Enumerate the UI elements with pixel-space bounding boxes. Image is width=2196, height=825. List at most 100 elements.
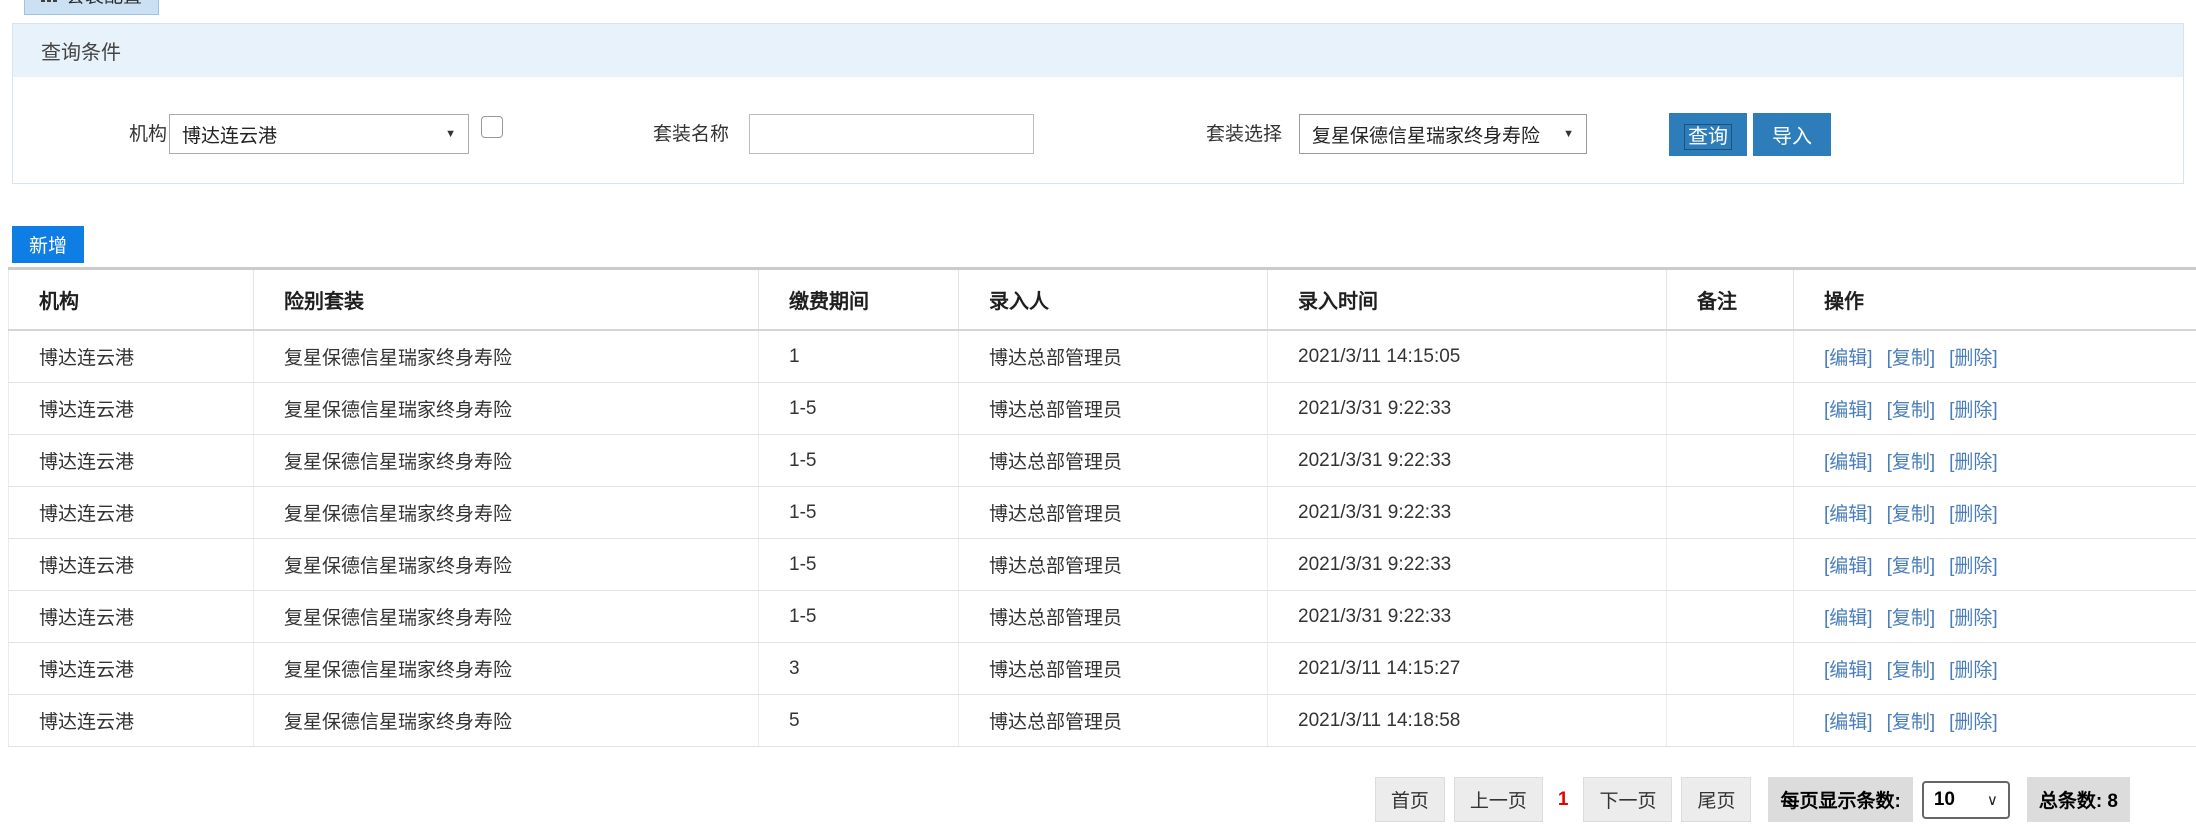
org-select-value: 博达连云港 <box>182 125 278 147</box>
cell-entry-time: 2021/3/31 9:22:33 <box>1267 590 1667 643</box>
cell-entry-by: 博达总部管理员 <box>958 590 1268 643</box>
edit-link[interactable]: [编辑] <box>1824 400 1873 421</box>
query-button[interactable]: 查询 <box>1669 113 1747 156</box>
cell-actions: [编辑] [复制] [删除] <box>1793 694 2196 747</box>
cell-package: 复星保德信星瑞家终身寿险 <box>253 382 759 435</box>
add-button[interactable]: 新增 <box>12 226 84 263</box>
package-name-input[interactable] <box>749 114 1034 154</box>
col-header-remark: 备注 <box>1666 268 1794 331</box>
chevron-down-icon: ▼ <box>445 128 456 140</box>
import-button[interactable]: 导入 <box>1753 113 1831 156</box>
package-table: 机构 险别套装 缴费期间 录入人 录入时间 备注 操作 博达连云港 复星保德信星瑞… <box>8 267 2196 747</box>
cell-org: 博达连云港 <box>8 434 254 487</box>
add-button-label: 新增 <box>28 236 67 257</box>
delete-link[interactable]: [删除] <box>1949 348 1998 369</box>
cell-remark <box>1666 694 1794 747</box>
cell-period: 1-5 <box>758 486 959 539</box>
copy-link[interactable]: [复制] <box>1887 608 1936 629</box>
edit-link[interactable]: [编辑] <box>1824 660 1873 681</box>
cell-org: 博达连云港 <box>8 486 254 539</box>
edit-link[interactable]: [编辑] <box>1824 712 1873 733</box>
package-select[interactable]: 复星保德信星瑞家终身寿险 ▼ <box>1299 114 1587 154</box>
edit-link[interactable]: [编辑] <box>1824 608 1873 629</box>
edit-link[interactable]: [编辑] <box>1824 556 1873 577</box>
copy-link[interactable]: [复制] <box>1887 452 1936 473</box>
table-row: 博达连云港 复星保德信星瑞家终身寿险 1-5 博达总部管理员 2021/3/31 9:2… <box>8 486 2196 539</box>
cell-entry-time: 2021/3/31 9:22:33 <box>1267 382 1667 435</box>
page-size-value: 10 <box>1933 788 1955 810</box>
cell-period: 1-5 <box>758 590 959 643</box>
cell-period: 1-5 <box>758 382 959 435</box>
cell-remark <box>1666 434 1794 487</box>
cell-actions: [编辑] [复制] [删除] <box>1793 538 2196 591</box>
col-header-entry-time: 录入时间 <box>1267 268 1667 331</box>
org-checkbox[interactable] <box>481 116 503 138</box>
cell-package: 复星保德信星瑞家终身寿险 <box>253 538 759 591</box>
cell-period: 1-5 <box>758 538 959 591</box>
cell-entry-time: 2021/3/31 9:22:33 <box>1267 434 1667 487</box>
edit-link[interactable]: [编辑] <box>1824 348 1873 369</box>
cell-org: 博达连云港 <box>8 538 254 591</box>
cell-entry-by: 博达总部管理员 <box>958 694 1268 747</box>
copy-link[interactable]: [复制] <box>1887 504 1936 525</box>
cell-entry-by: 博达总部管理员 <box>958 538 1268 591</box>
cell-remark <box>1666 538 1794 591</box>
cell-actions: [编辑] [复制] [删除] <box>1793 486 2196 539</box>
copy-link[interactable]: [复制] <box>1887 556 1936 577</box>
cell-package: 复星保德信星瑞家终身寿险 <box>253 642 759 695</box>
delete-link[interactable]: [删除] <box>1949 608 1998 629</box>
col-header-org: 机构 <box>8 268 254 331</box>
cell-actions: [编辑] [复制] [删除] <box>1793 434 2196 487</box>
package-select-label: 套装选择 <box>1206 124 1283 145</box>
cell-entry-by: 博达总部管理员 <box>958 486 1268 539</box>
table-row: 博达连云港 复星保德信星瑞家终身寿险 1-5 博达总部管理员 2021/3/31 9:2… <box>8 434 2196 487</box>
cell-actions: [编辑] [复制] [删除] <box>1793 642 2196 695</box>
cell-org: 博达连云港 <box>8 694 254 747</box>
org-label: 机构 <box>129 124 168 145</box>
cell-period: 3 <box>758 642 959 695</box>
table-row: 博达连云港 复星保德信星瑞家终身寿险 1 博达总部管理员 2021/3/11 14:15… <box>8 330 2196 383</box>
copy-link[interactable]: [复制] <box>1887 348 1936 369</box>
delete-link[interactable]: [删除] <box>1949 504 1998 525</box>
cell-remark <box>1666 486 1794 539</box>
last-page-button[interactable]: 尾页 <box>1681 777 1752 822</box>
page-size-label: 每页显示条数: <box>1768 777 1913 822</box>
first-page-button[interactable]: 首页 <box>1374 777 1445 822</box>
delete-link[interactable]: [删除] <box>1949 556 1998 577</box>
cell-entry-time: 2021/3/31 9:22:33 <box>1267 538 1667 591</box>
table-row: 博达连云港 复星保德信星瑞家终身寿险 1-5 博达总部管理员 2021/3/31 9:2… <box>8 382 2196 435</box>
table-row: 博达连云港 复星保德信星瑞家终身寿险 5 博达总部管理员 2021/3/11 14:18… <box>8 694 2196 747</box>
next-page-button[interactable]: 下一页 <box>1583 777 1673 822</box>
cell-remark <box>1666 590 1794 643</box>
cell-package: 复星保德信星瑞家终身寿险 <box>253 330 759 383</box>
package-select-value: 复星保德信星瑞家终身寿险 <box>1312 125 1541 147</box>
query-button-label: 查询 <box>1684 124 1732 150</box>
delete-link[interactable]: [删除] <box>1949 452 1998 473</box>
table-body: 博达连云港 复星保德信星瑞家终身寿险 1 博达总部管理员 2021/3/11 14:15… <box>8 330 2196 747</box>
copy-link[interactable]: [复制] <box>1887 712 1936 733</box>
col-header-actions: 操作 <box>1793 268 2196 331</box>
prev-page-button[interactable]: 上一页 <box>1453 777 1543 822</box>
col-header-package: 险别套装 <box>253 268 759 331</box>
copy-link[interactable]: [复制] <box>1887 660 1936 681</box>
edit-link[interactable]: [编辑] <box>1824 452 1873 473</box>
delete-link[interactable]: [删除] <box>1949 712 1998 733</box>
table-row: 博达连云港 复星保德信星瑞家终身寿险 3 博达总部管理员 2021/3/11 14:15… <box>8 642 2196 695</box>
pagination: 首页 上一页 1 下一页 尾页 每页显示条数: 10 ∨ 总条数: 8 <box>0 777 2130 822</box>
total-count-label: 总条数: 8 <box>2026 777 2130 822</box>
cell-remark <box>1666 382 1794 435</box>
cell-entry-time: 2021/3/11 14:15:05 <box>1267 330 1667 383</box>
tab-package-config[interactable]: 套装配置 <box>24 0 160 15</box>
cell-org: 博达连云港 <box>8 382 254 435</box>
edit-link[interactable]: [编辑] <box>1824 504 1873 525</box>
cell-package: 复星保德信星瑞家终身寿险 <box>253 434 759 487</box>
cell-entry-time: 2021/3/11 14:18:58 <box>1267 694 1667 747</box>
table-row: 博达连云港 复星保德信星瑞家终身寿险 1-5 博达总部管理员 2021/3/31 9:2… <box>8 590 2196 643</box>
delete-link[interactable]: [删除] <box>1949 400 1998 421</box>
org-select[interactable]: 博达连云港 ▼ <box>169 114 469 154</box>
page-size-select[interactable]: 10 ∨ <box>1921 780 2010 819</box>
cell-entry-by: 博达总部管理员 <box>958 642 1268 695</box>
copy-link[interactable]: [复制] <box>1887 400 1936 421</box>
delete-link[interactable]: [删除] <box>1949 660 1998 681</box>
cell-period: 1 <box>758 330 959 383</box>
